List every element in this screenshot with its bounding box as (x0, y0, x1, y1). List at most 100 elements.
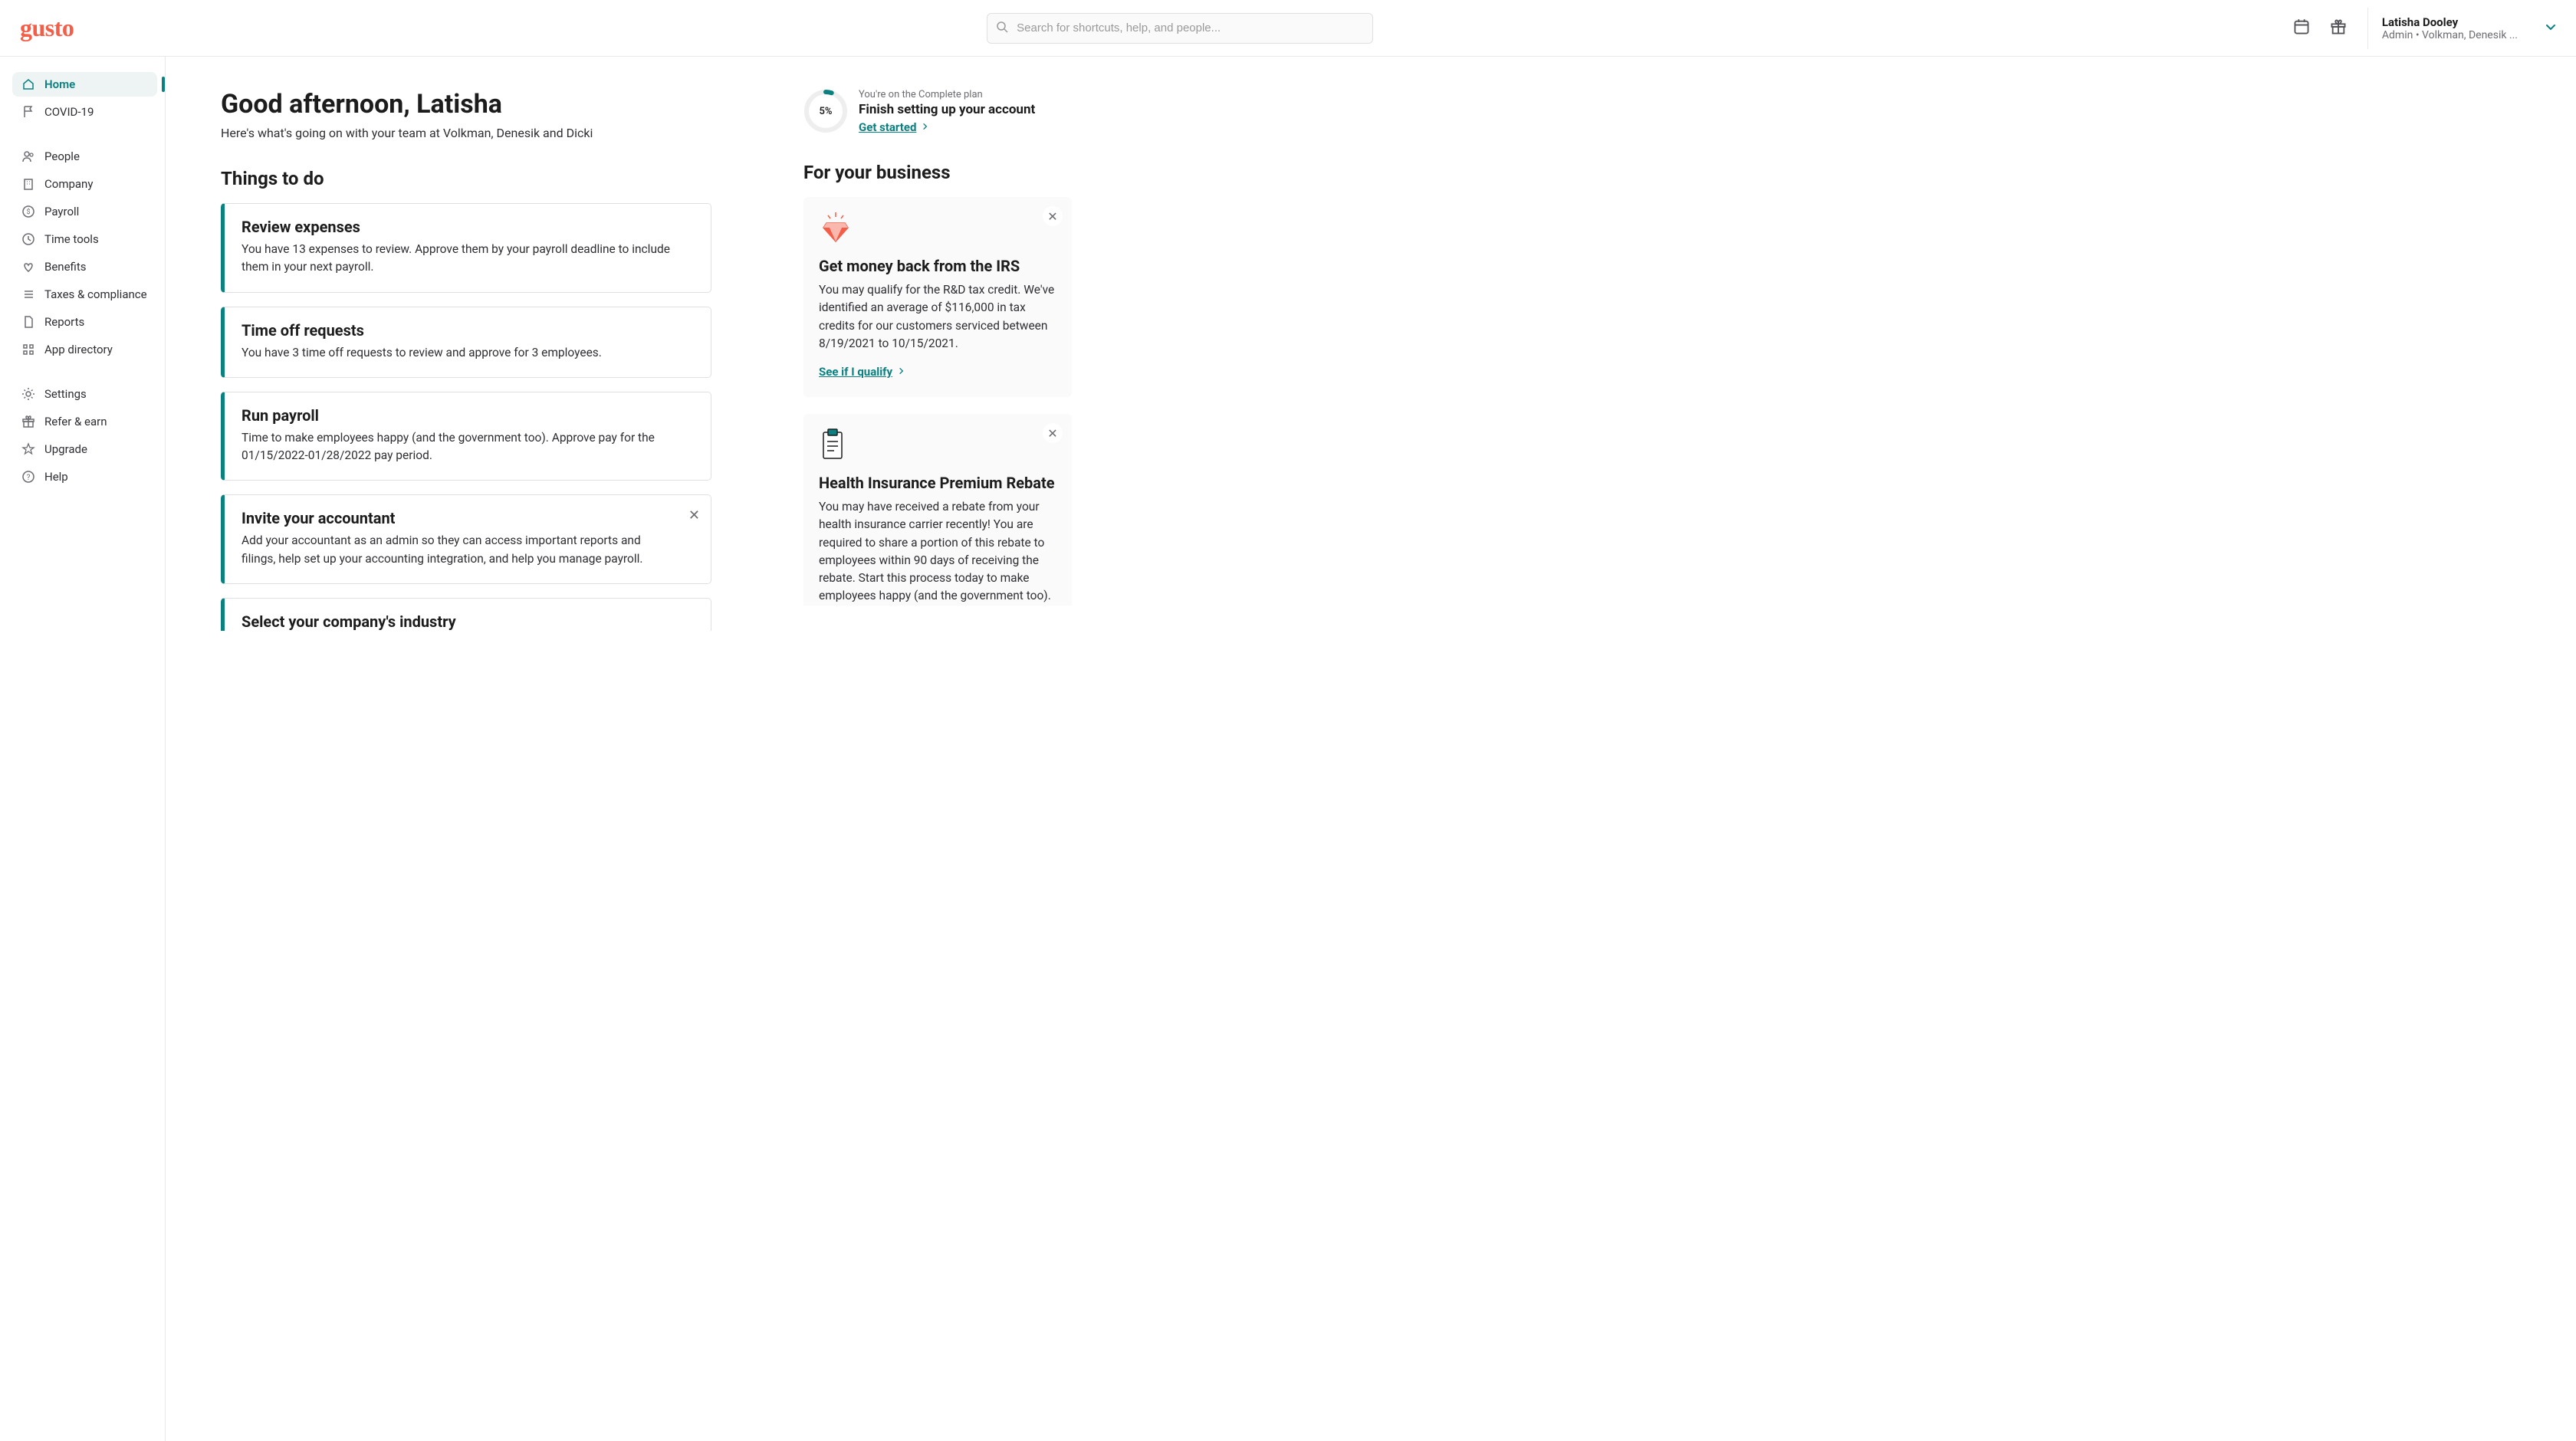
todo-card-title: Run payroll (242, 406, 674, 425)
sidebar-item-payroll[interactable]: Payroll (12, 199, 157, 224)
calendar-icon (2293, 18, 2310, 38)
sidebar-item-help[interactable]: Help (12, 464, 157, 489)
sidebar-item-label: Benefits (44, 260, 87, 274)
get-started-label: Get started (859, 120, 916, 134)
sidebar-item-label: Settings (44, 387, 87, 401)
for-your-business-list: ✕ Get money back from the IRS You may qua… (803, 197, 1072, 606)
greeting-title: Good afternoon, Latisha (221, 89, 711, 120)
search-input[interactable] (987, 13, 1373, 44)
sidebar-item-people[interactable]: People (12, 144, 157, 169)
document-icon (21, 315, 35, 329)
sidebar-item-taxes-compliance[interactable]: Taxes & compliance (12, 282, 157, 307)
sidebar-item-time-tools[interactable]: Time tools (12, 227, 157, 251)
main-content: Good afternoon, Latisha Here's what's go… (166, 57, 2576, 1441)
sidebar-item-benefits[interactable]: Benefits (12, 254, 157, 279)
todo-card-title: Review expenses (242, 218, 674, 236)
sidebar-item-label: Taxes & compliance (44, 287, 147, 301)
things-to-do-list: Review expenses You have 13 expenses to r… (221, 203, 711, 631)
sidebar-item-label: Company (44, 177, 93, 191)
building-icon (21, 177, 35, 191)
business-card: ✕ Health Insurance Premium Rebate You may… (803, 414, 1072, 606)
logo[interactable]: gusto (20, 14, 74, 42)
business-card-title: Get money back from the IRS (819, 257, 1056, 275)
plan-line: You're on the Complete plan (859, 89, 1035, 100)
close-icon[interactable]: ✕ (1043, 423, 1063, 443)
greeting-subtitle: Here's what's going on with your team at… (221, 126, 711, 140)
clock-icon (21, 232, 35, 246)
close-icon[interactable]: ✕ (688, 507, 700, 524)
gift-small-icon (21, 415, 35, 428)
todo-card-desc: Add your accountant as an admin so they … (242, 532, 674, 568)
calendar-button[interactable] (2286, 13, 2317, 44)
todo-card-desc: Time to make employees happy (and the go… (242, 429, 674, 465)
list-icon (21, 287, 35, 301)
close-icon[interactable]: ✕ (1043, 206, 1063, 226)
diamond-icon (819, 211, 1056, 249)
business-card-desc: You may qualify for the R&D tax credit. … (819, 281, 1056, 353)
sidebar-item-reports[interactable]: Reports (12, 310, 157, 334)
todo-card[interactable]: Time off requests You have 3 time off req… (221, 307, 711, 378)
sidebar-item-company[interactable]: Company (12, 172, 157, 196)
sidebar-item-label: Home (44, 77, 75, 91)
things-to-do-heading: Things to do (221, 168, 711, 189)
header: gusto Latisha Dooley Admin • Volkman, De… (0, 0, 2576, 57)
business-card-desc: You may have received a rebate from your… (819, 498, 1056, 606)
sidebar-item-label: App directory (44, 343, 113, 356)
gift-icon (2330, 18, 2347, 38)
help-icon (21, 470, 35, 484)
heart-icon (21, 260, 35, 274)
todo-card-title: Select your company's industry (242, 612, 674, 631)
home-icon (21, 77, 35, 91)
todo-card[interactable]: Select your company's industry (221, 598, 711, 631)
chevron-down-icon (2544, 20, 2558, 37)
sidebar: Home COVID-19 People Company Payroll Time too… (0, 57, 166, 1441)
todo-card-title: Time off requests (242, 321, 674, 340)
sidebar-item-label: COVID-19 (44, 105, 94, 119)
todo-card[interactable]: Run payroll Time to make employees happy … (221, 392, 711, 481)
star-icon (21, 442, 35, 456)
sidebar-item-label: Payroll (44, 205, 79, 218)
progress-ring: 5% (803, 89, 848, 133)
user-subline: Admin • Volkman, Denesik ... (2382, 29, 2518, 41)
sidebar-item-label: People (44, 149, 80, 163)
gear-icon (21, 387, 35, 401)
sidebar-item-label: Time tools (44, 232, 99, 246)
sidebar-item-covid-19[interactable]: COVID-19 (12, 100, 157, 124)
todo-card-desc: You have 13 expenses to review. Approve … (242, 241, 674, 277)
chevron-right-icon (897, 365, 906, 379)
progress-percent-label: 5% (803, 89, 848, 133)
sidebar-item-home[interactable]: Home (12, 72, 157, 97)
todo-card[interactable]: Invite your accountant Add your accountan… (221, 494, 711, 584)
search-icon (996, 21, 1008, 36)
people-icon (21, 149, 35, 163)
sidebar-item-label: Reports (44, 315, 84, 329)
setup-progress-row: 5% You're on the Complete plan Finish se… (803, 89, 1072, 134)
sidebar-item-refer-earn[interactable]: Refer & earn (12, 409, 157, 434)
header-divider (2367, 8, 2368, 49)
business-card: ✕ Get money back from the IRS You may qua… (803, 197, 1072, 397)
sidebar-item-label: Help (44, 470, 68, 484)
for-your-business-heading: For your business (803, 162, 1072, 183)
sidebar-item-app-directory[interactable]: App directory (12, 337, 157, 362)
user-menu[interactable]: Latisha Dooley Admin • Volkman, Denesik … (2382, 15, 2558, 41)
todo-card-title: Invite your accountant (242, 509, 674, 527)
sidebar-item-upgrade[interactable]: Upgrade (12, 437, 157, 461)
user-name: Latisha Dooley (2382, 15, 2518, 29)
todo-card[interactable]: Review expenses You have 13 expenses to r… (221, 203, 711, 293)
business-card-title: Health Insurance Premium Rebate (819, 474, 1056, 492)
todo-card-desc: You have 3 time off requests to review a… (242, 344, 674, 362)
setup-title: Finish setting up your account (859, 102, 1035, 117)
clipboard-icon (819, 428, 1056, 466)
get-started-link[interactable]: Get started (859, 120, 930, 134)
sidebar-item-label: Upgrade (44, 442, 87, 456)
dollar-icon (21, 205, 35, 218)
sidebar-item-settings[interactable]: Settings (12, 382, 157, 406)
chevron-right-icon (921, 120, 930, 134)
grid-icon (21, 343, 35, 356)
search-wrapper (987, 13, 1373, 44)
business-card-cta-label: See if I qualify (819, 365, 892, 379)
sidebar-item-label: Refer & earn (44, 415, 107, 428)
gift-button[interactable] (2323, 13, 2354, 44)
business-card-cta[interactable]: See if I qualify (819, 365, 906, 379)
flag-icon (21, 105, 35, 119)
